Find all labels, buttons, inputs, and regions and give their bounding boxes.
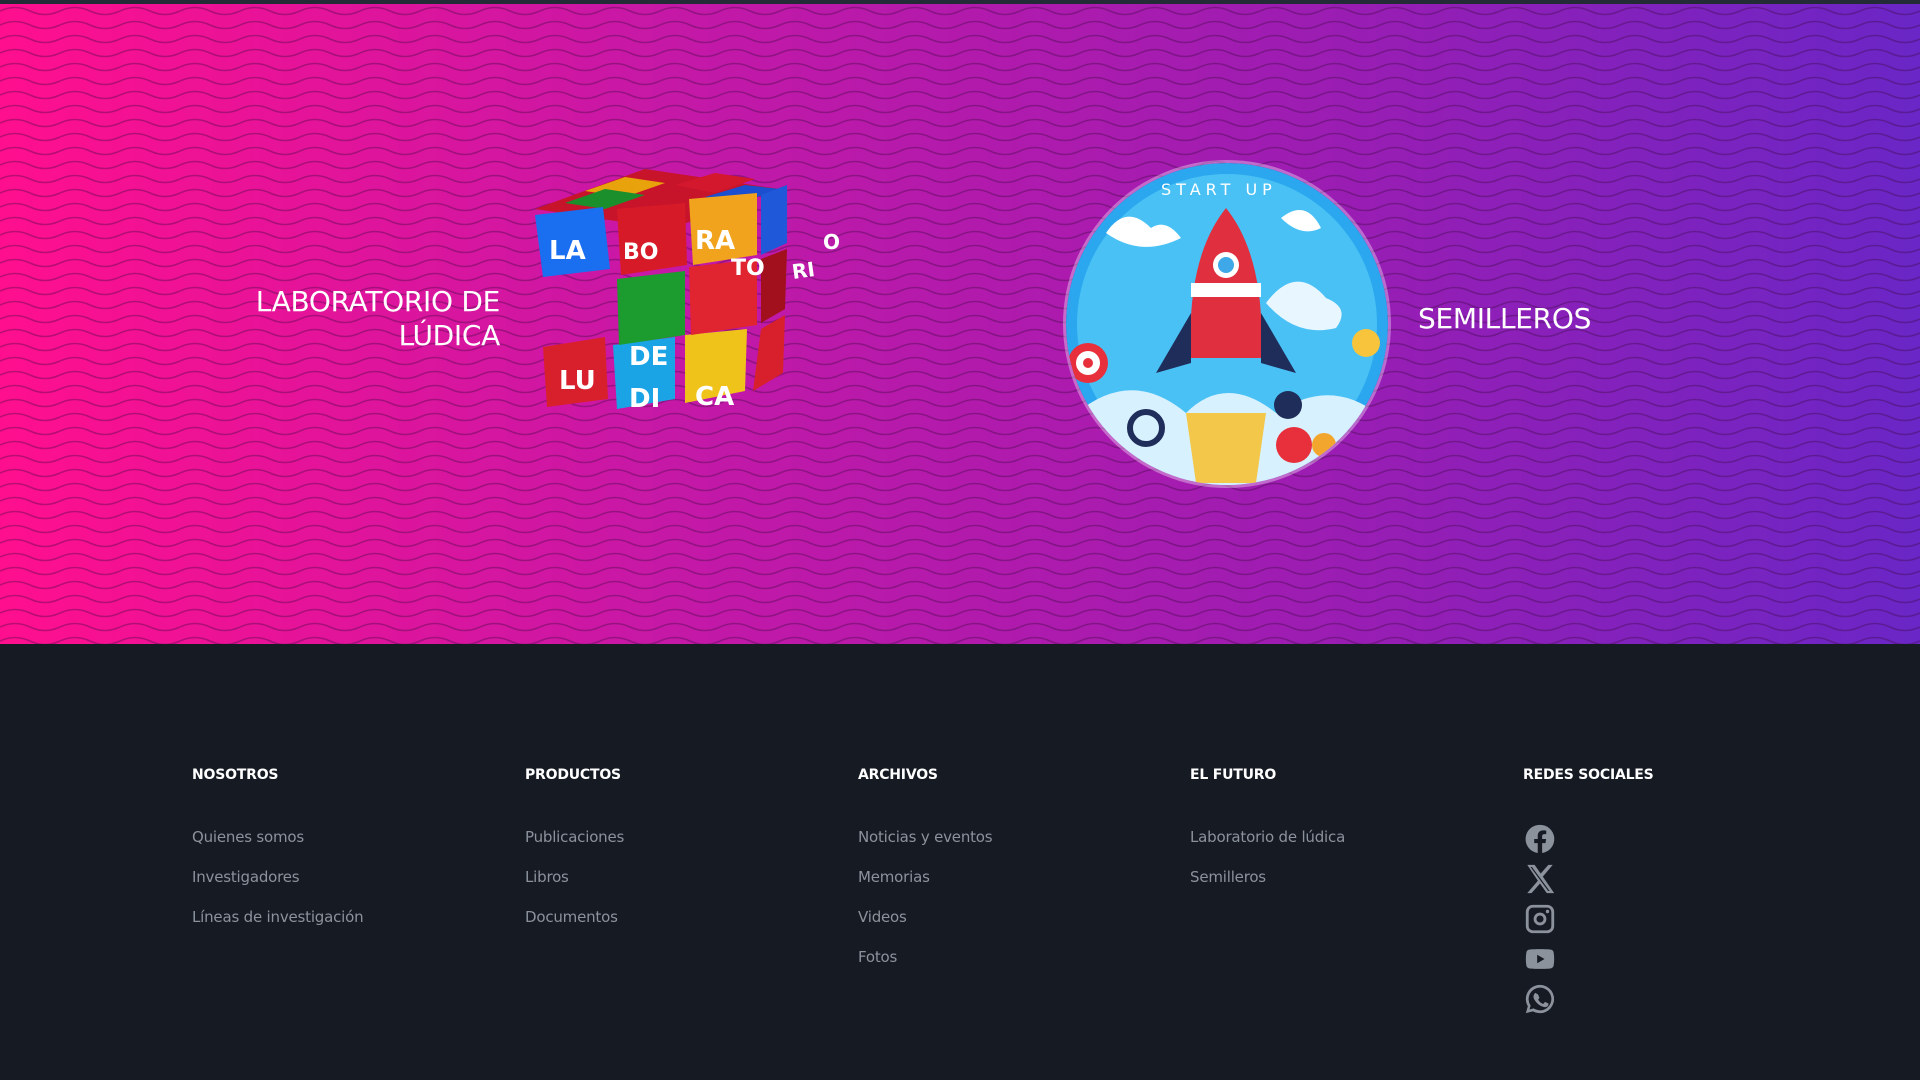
svg-text:BO: BO xyxy=(623,240,658,265)
footer-link-libros[interactable]: Libros xyxy=(525,868,569,886)
rubik-cube-image[interactable]: LA BO RA TO RI O DE LU DI CA xyxy=(525,159,855,509)
footer-col-title: ARCHIVOS xyxy=(858,767,938,783)
svg-text:O: O xyxy=(823,230,840,254)
footer-link-noticias[interactable]: Noticias y eventos xyxy=(858,828,993,846)
svg-text:LU: LU xyxy=(559,366,596,396)
footer-col-productos: PRODUCTOS Publicaciones Libros Documento… xyxy=(525,767,624,926)
svg-text:LA: LA xyxy=(549,236,586,266)
instagram-icon[interactable] xyxy=(1523,902,1557,936)
footer-link-publicaciones[interactable]: Publicaciones xyxy=(525,828,624,846)
footer-col-archivos: ARCHIVOS Noticias y eventos Memorias Vid… xyxy=(858,767,993,966)
footer-col-redes: REDES SOCIALES xyxy=(1523,767,1654,787)
footer-col-title: EL FUTURO xyxy=(1190,767,1277,783)
svg-text:RI: RI xyxy=(790,257,816,284)
svg-text:RA: RA xyxy=(695,226,735,256)
footer-link-videos[interactable]: Videos xyxy=(858,908,907,926)
footer-link-memorias[interactable]: Memorias xyxy=(858,868,930,886)
footer: NOSOTROS Quienes somos Investigadores Lí… xyxy=(0,644,1920,1080)
footer-link-documentos[interactable]: Documentos xyxy=(525,908,618,926)
semilleros-rocket-image[interactable]: START UP xyxy=(1066,163,1388,485)
footer-col-title: REDES SOCIALES xyxy=(1523,767,1654,783)
footer-link-fotos[interactable]: Fotos xyxy=(858,948,897,966)
footer-col-title: NOSOTROS xyxy=(192,767,279,783)
footer-col-nosotros: NOSOTROS Quienes somos Investigadores Lí… xyxy=(192,767,364,926)
footer-col-futuro: EL FUTURO Laboratorio de lúdica Semiller… xyxy=(1190,767,1345,886)
lab-ludica-link[interactable]: LABORATORIO DE LÚDICA xyxy=(200,285,501,353)
badge-text: START UP xyxy=(1161,180,1277,199)
footer-link-lineas[interactable]: Líneas de investigación xyxy=(192,908,364,926)
whatsapp-icon[interactable] xyxy=(1523,982,1557,1016)
footer-link-quienes-somos[interactable]: Quienes somos xyxy=(192,828,304,846)
social-links xyxy=(1523,822,1557,1022)
footer-link-semilleros[interactable]: Semilleros xyxy=(1190,868,1266,886)
svg-text:CA: CA xyxy=(695,382,734,412)
lab-label-line2: LÚDICA xyxy=(398,319,501,352)
svg-text:DI: DI xyxy=(629,384,660,414)
footer-link-investigadores[interactable]: Investigadores xyxy=(192,868,300,886)
footer-col-title: PRODUCTOS xyxy=(525,767,621,783)
svg-text:TO: TO xyxy=(731,256,765,281)
footer-link-laboratorio[interactable]: Laboratorio de lúdica xyxy=(1190,828,1345,846)
facebook-icon[interactable] xyxy=(1523,822,1557,856)
semilleros-link[interactable]: SEMILLEROS xyxy=(1418,302,1591,336)
x-icon[interactable] xyxy=(1523,862,1557,896)
svg-text:DE: DE xyxy=(629,342,668,372)
youtube-icon[interactable] xyxy=(1523,942,1557,976)
hero-section: LABORATORIO DE LÚDICA LA BO RA TO RI O D… xyxy=(0,4,1920,644)
lab-label-line1: LABORATORIO DE xyxy=(255,285,501,318)
